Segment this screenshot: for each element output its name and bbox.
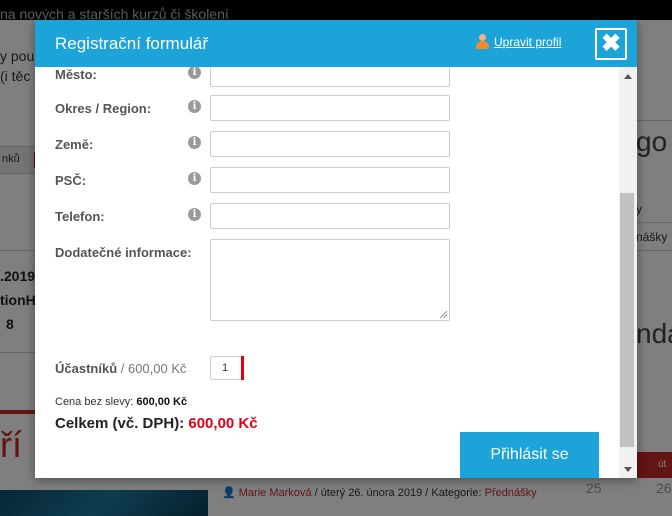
phone-input[interactable] [210, 203, 450, 229]
region-label: Okres / Region: [55, 101, 152, 116]
city-input[interactable] [210, 67, 450, 87]
form-row-notes: Dodatečné informace: [55, 239, 475, 321]
scroll-up-icon[interactable] [624, 74, 632, 79]
form-row-region: Okres / Region: i [55, 95, 475, 121]
user-icon [475, 34, 489, 49]
info-icon[interactable]: i [188, 136, 201, 149]
total-label: Celkem (vč. DPH): [55, 415, 189, 432]
participants-label: Účastníků / 600,00 Kč [55, 361, 187, 376]
participants-input[interactable]: 1 [210, 356, 244, 380]
resize-handle-icon[interactable] [440, 311, 447, 318]
notes-textarea[interactable] [210, 239, 450, 321]
price-without-discount: Cena bez slevy: 600,00 Kč [55, 396, 187, 408]
zip-input[interactable] [210, 167, 450, 193]
participants-title: Účastníků [55, 361, 118, 376]
form-row-zip: PSČ: i [55, 167, 475, 193]
scroll-down-icon[interactable] [624, 467, 632, 472]
close-button[interactable]: ✖ [595, 28, 627, 60]
scroll-thumb[interactable] [620, 193, 634, 447]
modal-title: Registrační formulář [55, 34, 209, 53]
submit-button[interactable]: Přihlásit se [460, 432, 599, 478]
edit-profile-link[interactable]: Upravit profil [475, 34, 561, 49]
total-price: Celkem (vč. DPH): 600,00 Kč [55, 415, 258, 432]
info-icon[interactable]: i [188, 100, 201, 113]
edit-profile-label: Upravit profil [494, 34, 562, 49]
modal-scrollbar[interactable] [619, 67, 637, 478]
price-value: 600,00 Kč [136, 396, 188, 408]
modal-header: Registrační formulář Upravit profil ✖ [35, 20, 637, 67]
form-row-city: Město: i [55, 67, 475, 87]
info-icon[interactable]: i [188, 172, 201, 185]
info-icon[interactable]: i [188, 67, 201, 79]
total-value: 600,00 Kč [188, 415, 258, 432]
form-row-phone: Telefon: i [55, 203, 475, 229]
modal-body: Město: i Okres / Region: i Země: i PSČ: … [35, 67, 619, 478]
registration-modal: Registrační formulář Upravit profil ✖ Mě… [35, 20, 637, 478]
city-label: Město: [55, 67, 97, 82]
participants-unit-price: / 600,00 Kč [117, 361, 187, 376]
country-label: Země: [55, 137, 94, 152]
zip-label: PSČ: [55, 173, 87, 188]
region-input[interactable] [210, 95, 450, 121]
form-row-country: Země: i [55, 131, 475, 157]
country-input[interactable] [210, 131, 450, 157]
notes-label: Dodatečné informace: [55, 245, 192, 260]
phone-label: Telefon: [55, 209, 105, 224]
info-icon[interactable]: i [188, 208, 201, 221]
price-label: Cena bez slevy: [55, 396, 137, 408]
required-marker [241, 356, 244, 380]
